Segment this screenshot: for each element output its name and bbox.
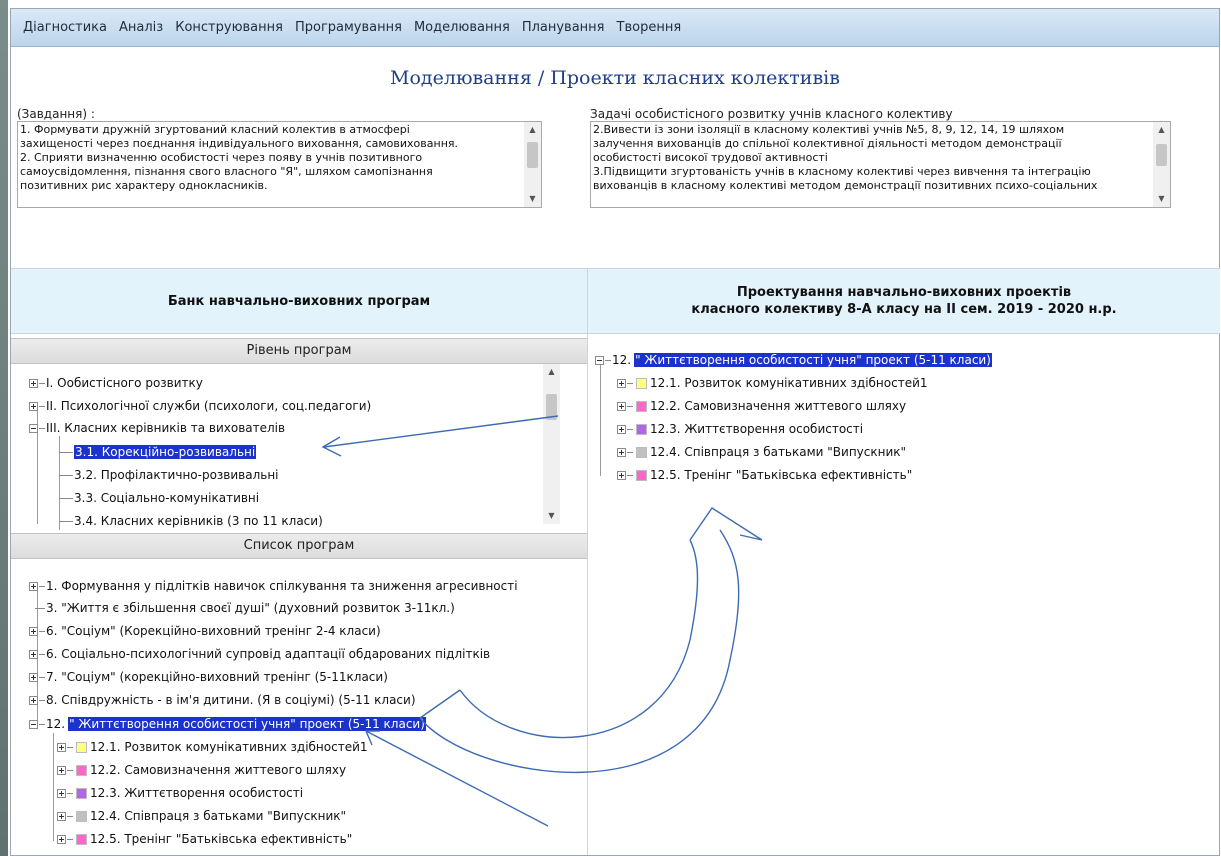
curved-arrow-tail bbox=[419, 689, 461, 719]
curved-arrow-outer bbox=[459, 539, 699, 739]
curved-arrow-head bbox=[689, 507, 763, 541]
arrow-to-selected-level bbox=[323, 415, 559, 448]
annotation-arrows bbox=[321, 415, 763, 827]
